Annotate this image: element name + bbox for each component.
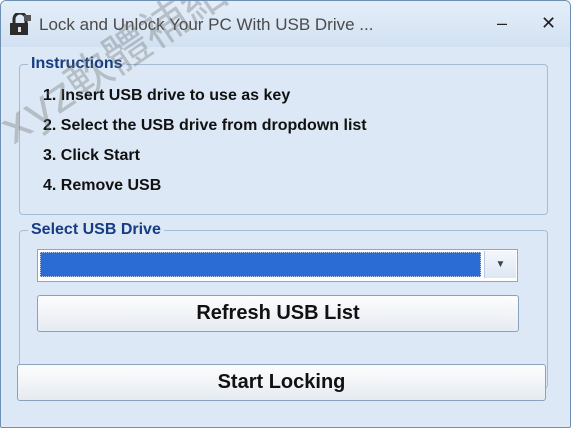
app-icon bbox=[10, 13, 31, 35]
instructions-legend: Instructions bbox=[31, 55, 123, 72]
usb-drive-selected-value bbox=[40, 252, 481, 277]
step-4-text: 4. Remove USB bbox=[43, 177, 162, 194]
start-locking-button[interactable]: Start Locking bbox=[17, 364, 546, 401]
minimize-button[interactable]: – bbox=[497, 13, 507, 33]
chevron-down-icon[interactable]: ▼ bbox=[484, 251, 516, 278]
close-button[interactable]: ✕ bbox=[541, 13, 556, 33]
step-2-text: 2. Select the USB drive from dropdown li… bbox=[43, 117, 367, 134]
refresh-usb-list-button[interactable]: Refresh USB List bbox=[37, 295, 519, 332]
step-3-text: 3. Click Start bbox=[43, 147, 140, 164]
window-title: Lock and Unlock Your PC With USB Drive .… bbox=[39, 15, 374, 34]
app-window: Lock and Unlock Your PC With USB Drive .… bbox=[0, 0, 571, 428]
select-usb-drive-legend: Select USB Drive bbox=[31, 221, 161, 238]
usb-drive-dropdown[interactable]: ▼ bbox=[37, 249, 518, 282]
title-bar[interactable]: Lock and Unlock Your PC With USB Drive .… bbox=[1, 1, 570, 47]
step-1-text: 1. Insert USB drive to use as key bbox=[43, 87, 291, 104]
